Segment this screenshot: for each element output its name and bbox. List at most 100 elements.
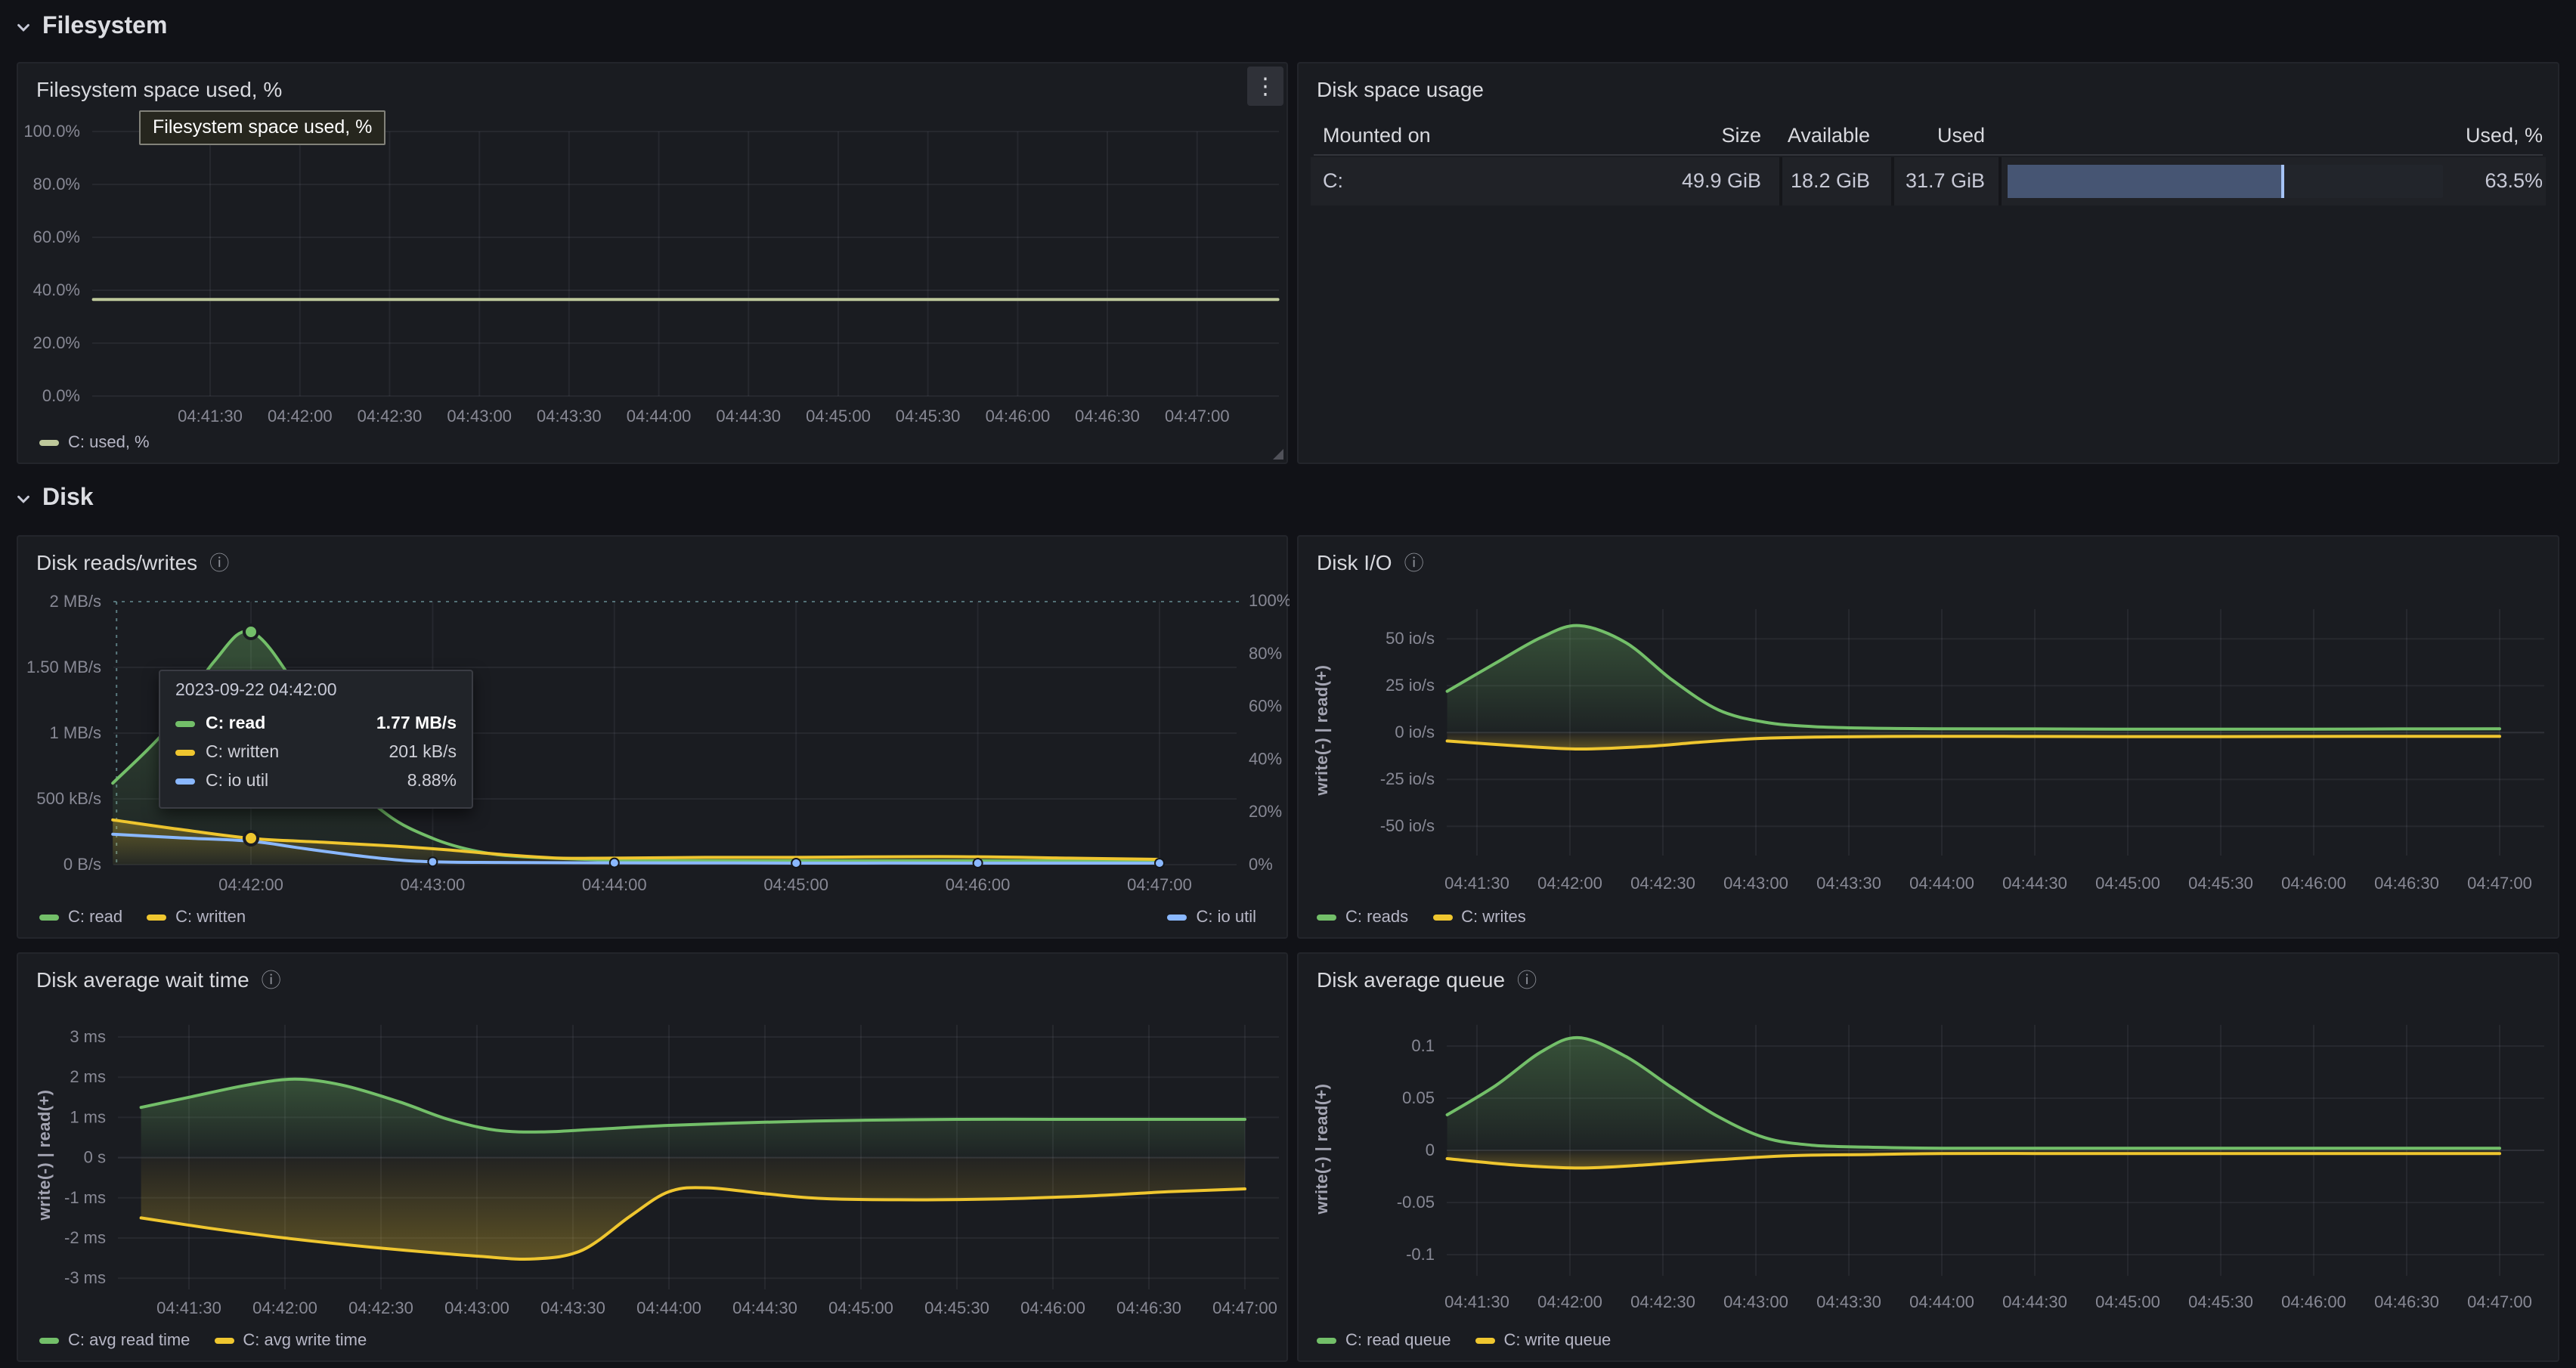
y-axis-tick-label: -2 ms [64,1228,106,1247]
disk-avg-queue-chart[interactable]: -0.1-0.0500.050.104:41:3004:42:0004:42:3… [1299,954,2561,1363]
x-axis-tick-label: 04:42:30 [348,1298,413,1317]
legend-label: C: avg read time [68,1332,190,1350]
x-axis-tick-label: 04:43:30 [540,1298,605,1317]
table-cell-used: 31.7 GiB [1906,157,1985,206]
panel-title-disk-space-usage[interactable]: Disk space usage [1317,73,1484,106]
x-axis-tick-label: 04:41:30 [178,407,243,426]
highlighted-data-point [244,625,258,639]
x-axis-tick-label: 04:46:30 [2374,1292,2439,1311]
legend-swatch [1317,1338,1336,1344]
y-axis-tick-label: 0.05 [1402,1088,1435,1107]
legend-label: C: read [68,908,122,927]
legend-swatch [1168,915,1187,921]
legend-label: C: used, % [68,434,150,452]
cell-divider [1999,157,2002,206]
x-axis-tick-label: 04:43:00 [1723,1292,1788,1311]
legend-swatch [1317,915,1336,921]
table-cell-used_pct: 63.5% [2485,157,2543,206]
y-axis-tick-label: -3 ms [64,1268,106,1287]
x-axis-tick-label: 04:46:00 [1020,1298,1085,1317]
x-axis-tick-label: 04:43:30 [537,407,602,426]
legend-item-c-read-queue[interactable]: C: read queue [1317,1332,1451,1350]
data-point [428,857,437,866]
x-axis-tick-label: 04:46:30 [1075,407,1140,426]
legend-item-c-written[interactable]: C: written [147,908,246,927]
tooltip-time: 2023-09-22 04:42:00 [175,682,457,700]
table-header-mounted_on[interactable]: Mounted on [1323,118,1431,154]
legend-label: C: read queue [1345,1332,1451,1350]
legend-item-c-reads[interactable]: C: reads [1317,908,1408,927]
table-header-used[interactable]: Used [1937,118,1985,154]
x-axis-tick-label: 04:44:30 [2002,1292,2067,1311]
legend-item-c-io-util[interactable]: C: io util [1168,908,1257,927]
table-header-used_pct[interactable]: Used, % [2466,118,2543,154]
series-area-C: avg write time [141,1158,1245,1259]
y-axis-tick-label: 1 MB/s [50,723,101,742]
x-axis-tick-label: 04:41:30 [1444,874,1509,893]
legend-item-c-used-[interactable]: C: used, % [39,434,150,452]
y-axis-right-tick-label: 100% [1249,591,1290,610]
legend-label: C: io util [1197,908,1257,927]
y-axis-tick-label: 0 s [84,1148,106,1167]
legend-group-right: C: io util [1168,908,1257,927]
legend-group-left: C: read queue C: write queue [1317,1332,1611,1350]
x-axis-tick-label: 04:41:30 [156,1298,221,1317]
legend-swatch [39,440,59,446]
tooltip-series-value: 1.77 MB/s [376,714,457,732]
section-title: Disk [42,485,94,512]
y-axis-tick-label: 3 ms [70,1027,106,1046]
legend-item-c-read[interactable]: C: read [39,908,122,927]
data-point [791,859,800,868]
legend-swatch [1432,915,1452,921]
y-axis-tick-label: 0.1 [1411,1036,1435,1055]
x-axis-tick-label: 04:44:00 [636,1298,701,1317]
tooltip-row: C: io util 8.88% [175,766,457,795]
tooltip-row: C: written201 kB/s [175,738,457,766]
x-axis-tick-label: 04:44:30 [716,407,781,426]
x-axis-tick-label: 04:43:30 [1816,1292,1881,1311]
legend-swatch [39,915,59,921]
table-header-available[interactable]: Available [1788,118,1870,154]
table-header-divider [1314,154,2543,156]
legend-item-c-avg-read-time[interactable]: C: avg read time [39,1332,190,1350]
axis-labels: 0.0%20.0%40.0%60.0%80.0%100.0%04:41:3004… [23,122,1229,426]
legend-disk-io: C: reads C: writes [1317,908,2528,927]
section-header-filesystem[interactable]: Filesystem [15,14,167,41]
resize-handle[interactable] [1273,449,1283,460]
panel-disk-reads-writes: Disk reads/writes ⓘ 0 B/s500 kB/s1 MB/s1… [17,535,1288,939]
disk-io-chart[interactable]: -50 io/s-25 io/s0 io/s25 io/s50 io/s04:4… [1299,537,2561,940]
y-axis-tick-label: 40.0% [33,280,80,299]
y-axis-tick-label: 2 MB/s [50,592,101,611]
x-axis-tick-label: 04:42:00 [268,407,333,426]
legend-item-c-writes[interactable]: C: writes [1432,908,1526,927]
highlighted-data-point [244,831,258,845]
panel-title-tooltip: Filesystem space used, % [139,110,385,145]
y-axis-tick-label: 0.0% [42,386,80,405]
table-header-size[interactable]: Size [1721,118,1761,154]
x-axis-tick-label: 04:43:00 [444,1298,509,1317]
x-axis-tick-label: 04:47:00 [1127,875,1192,894]
x-axis-tick-label: 04:45:00 [763,875,828,894]
tooltip-series-value: 8.88% [407,772,457,790]
legend-item-c-write-queue[interactable]: C: write queue [1475,1332,1611,1350]
y-axis-tick-label: -0.1 [1406,1245,1435,1264]
y-axis-tick-label: 1 ms [70,1107,106,1126]
section-header-disk[interactable]: Disk [15,485,94,512]
y-axis-right-tick-label: 0% [1249,855,1273,874]
tooltip-rows: C: read1.77 MB/sC: written201 kB/sC: io … [175,709,457,795]
tooltip-swatch [175,720,195,726]
x-axis-tick-label: 04:45:00 [2095,1292,2160,1311]
x-axis-tick-label: 04:47:00 [1212,1298,1277,1317]
x-axis-tick-label: 04:42:00 [1537,874,1602,893]
tooltip-row: C: read1.77 MB/s [175,709,457,738]
cell-divider [1779,157,1782,206]
y-axis-tick-label: -0.05 [1397,1193,1435,1212]
x-axis-tick-label: 04:44:30 [732,1298,797,1317]
x-axis-tick-label: 04:42:30 [358,407,423,426]
disk-avg-wait-time-chart[interactable]: -3 ms-2 ms-1 ms0 s1 ms2 ms3 ms04:41:3004… [18,954,1290,1363]
y-axis-right-tick-label: 40% [1249,749,1282,768]
legend-item-c-avg-write-time[interactable]: C: avg write time [214,1332,367,1350]
legend-swatch [39,1338,59,1344]
panel-disk-avg-queue: Disk average queue ⓘ -0.1-0.0500.050.104… [1297,952,2559,1362]
tooltip-series-label: C: io util [206,772,397,790]
